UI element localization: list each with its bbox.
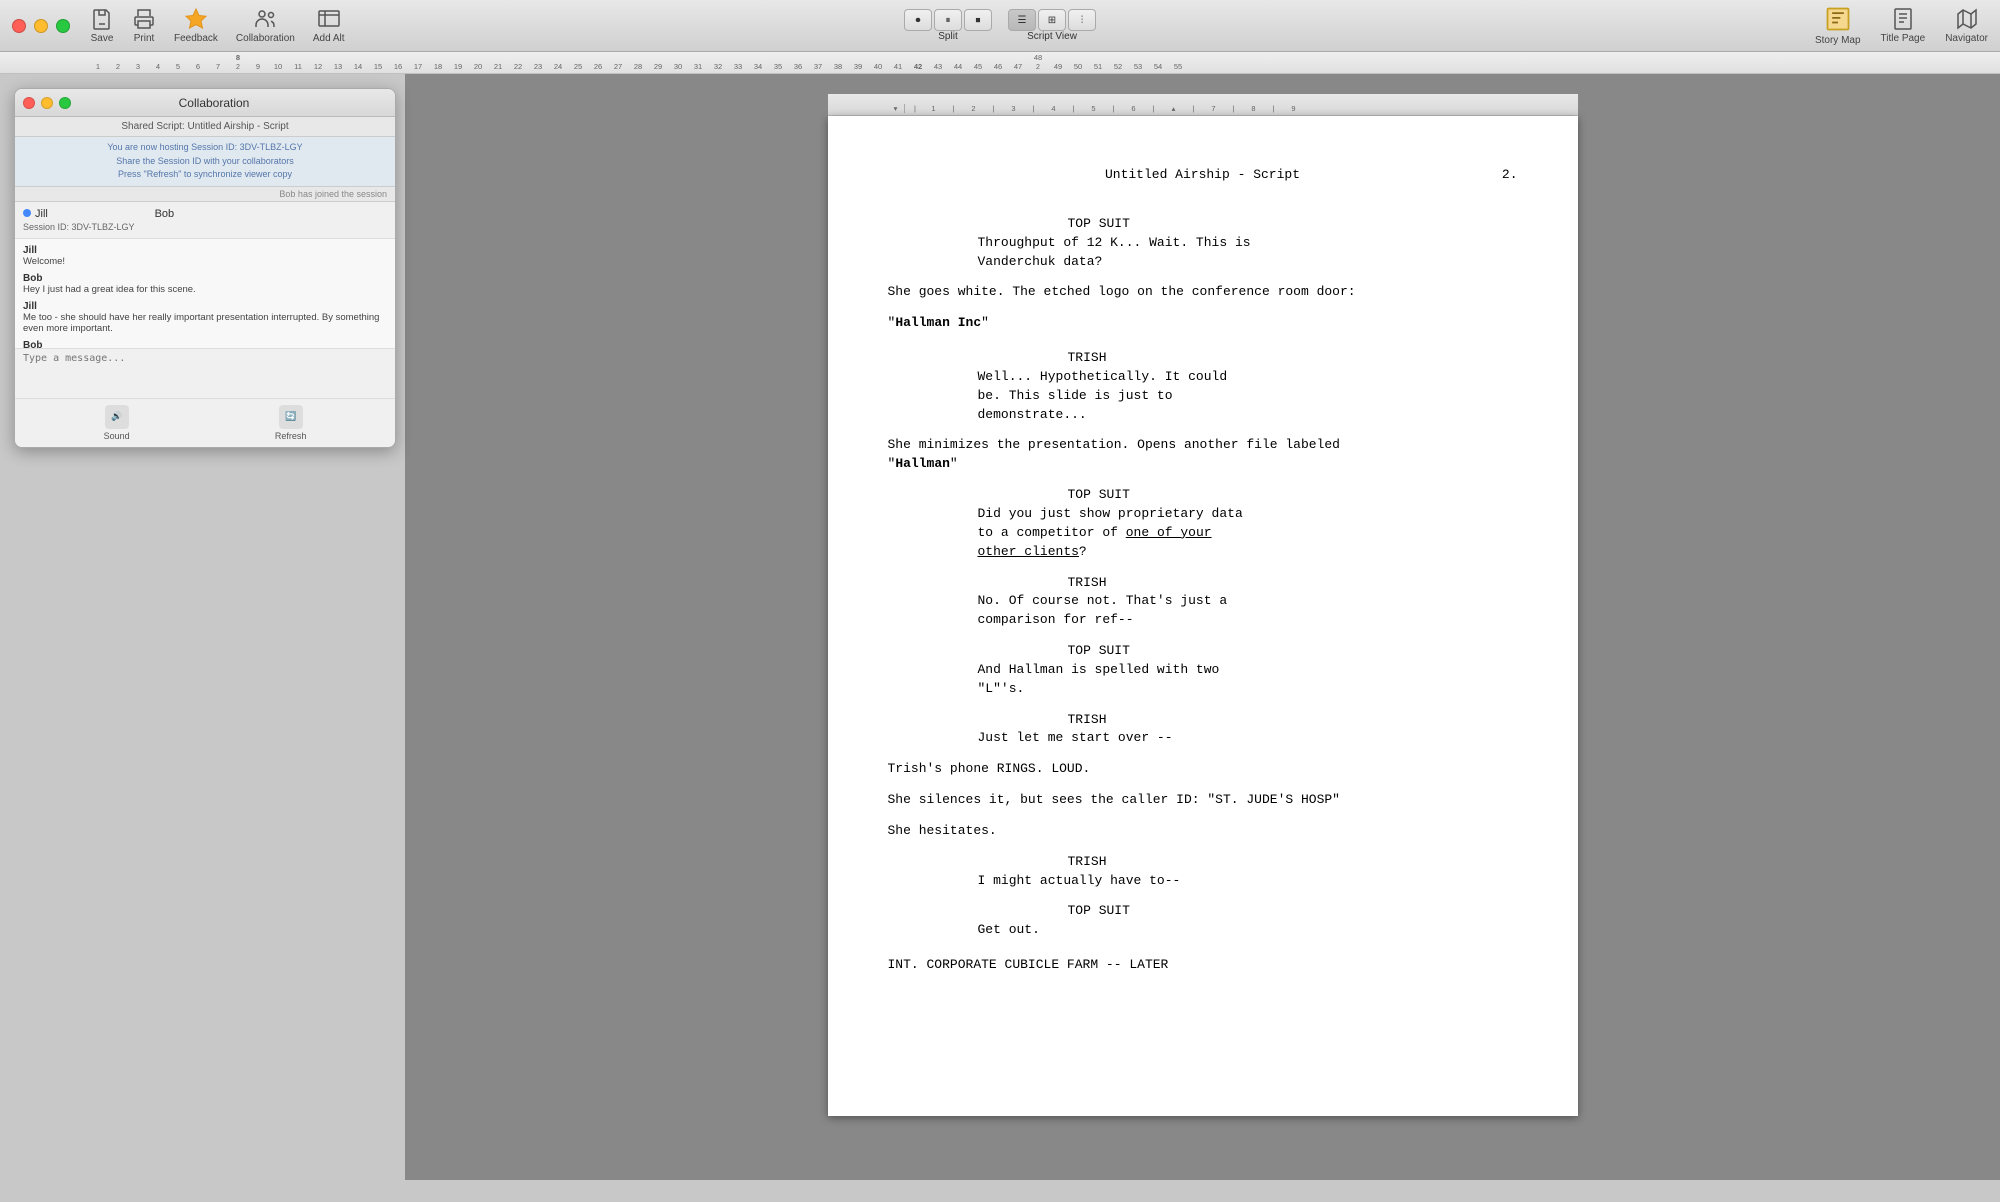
action-rings: Trish's phone RINGS. LOUD. bbox=[888, 760, 1518, 779]
navigator-label: Navigator bbox=[1945, 33, 1988, 44]
collaboration-button[interactable]: Collaboration bbox=[236, 7, 295, 44]
session-id: 3DV-TLBZ-LGY bbox=[240, 142, 303, 152]
dialogue-trish-3: Just let me start over -- bbox=[978, 729, 1428, 748]
script-view-control: ☰ ⊞ ⫶ Script View bbox=[1008, 9, 1096, 42]
sound-icon: 🔊 bbox=[105, 405, 129, 429]
ruler: 1 2 3 4 5 6 7 82 9 10 11 12 13 14 15 16 … bbox=[0, 52, 2000, 74]
collaboration-panel: Collaboration Shared Script: Untitled Ai… bbox=[14, 88, 396, 448]
sound-button[interactable]: 🔊 Sound bbox=[104, 405, 130, 441]
left-panel: Collaboration Shared Script: Untitled Ai… bbox=[0, 74, 405, 1180]
refresh-icon: 🔄 bbox=[279, 405, 303, 429]
print-label: Print bbox=[134, 33, 155, 44]
feedback-label: Feedback bbox=[174, 33, 218, 44]
action-hallman-inc: "Hallman Inc" bbox=[888, 314, 1518, 333]
script-area[interactable]: ▾ | 1 | 2 | 3 | 4 | 5 | 6 | ▴ | 7 | 8 | bbox=[405, 74, 2000, 1180]
column-view-btn[interactable]: ⫶ bbox=[1068, 9, 1096, 31]
stop-btn[interactable]: ⏹ bbox=[964, 9, 992, 31]
dialogue-trish-1: Well... Hypothetically. It couldbe. This… bbox=[978, 368, 1428, 425]
split-control: ⏺ ⏸ ⏹ Split bbox=[904, 9, 992, 42]
char-top-suit-4: TOP SUIT bbox=[1068, 902, 1518, 921]
char-top-suit-3: TOP SUIT bbox=[1068, 642, 1518, 661]
action-minimizes: She minimizes the presentation. Opens an… bbox=[888, 436, 1518, 474]
dialogue-trish-2: No. Of course not. That's just acomparis… bbox=[978, 592, 1428, 630]
char-trish-1: TRISH bbox=[1068, 349, 1518, 368]
chat-msg-1: Bob Hey I just had a great idea for this… bbox=[23, 273, 387, 295]
collab-title-bar: Collaboration bbox=[15, 89, 395, 117]
collab-close-btn[interactable] bbox=[23, 97, 35, 109]
pause-btn[interactable]: ⏸ bbox=[934, 9, 962, 31]
save-label: Save bbox=[91, 33, 114, 44]
action-hesitates: She hesitates. bbox=[888, 822, 1518, 841]
title-bar: Save Print Feedback Collaboration Add Al… bbox=[0, 0, 2000, 52]
split-label: Split bbox=[938, 31, 957, 42]
story-map-label: Story Map bbox=[1815, 35, 1861, 46]
view-controls: ⏺ ⏸ ⏹ Split ☰ ⊞ ⫶ Script View bbox=[904, 9, 1096, 42]
title-page-label: Title Page bbox=[1881, 33, 1926, 44]
collab-user-jill: Jill Session ID: 3DV-TLBZ-LGY bbox=[23, 208, 135, 232]
collab-max-btn[interactable] bbox=[59, 97, 71, 109]
collab-chat: Jill Welcome! Bob Hey I just had a great… bbox=[15, 239, 395, 349]
page-number: 2. bbox=[1502, 166, 1518, 185]
close-button[interactable] bbox=[12, 19, 26, 33]
script-title: Untitled Airship - Script bbox=[888, 166, 1518, 185]
navigator-button[interactable]: Navigator bbox=[1945, 7, 1988, 44]
scene-heading-1: INT. CORPORATE CUBICLE FARM -- LATER bbox=[888, 956, 1518, 975]
collab-user-bob: Bob bbox=[155, 208, 175, 232]
script-page: 2. Untitled Airship - Script TOP SUIT Th… bbox=[828, 116, 1578, 1116]
collaboration-label: Collaboration bbox=[236, 33, 295, 44]
action-1: She goes white. The etched logo on the c… bbox=[888, 283, 1518, 302]
chat-msg-3: Bob Yes! And I know just the thing. bbox=[23, 340, 387, 349]
char-trish-3: TRISH bbox=[1068, 711, 1518, 730]
collab-title: Collaboration bbox=[77, 96, 351, 110]
script-view-label: Script View bbox=[1027, 31, 1077, 42]
add-alt-label: Add Alt bbox=[313, 33, 345, 44]
collab-session-info: You are now hosting Session ID: 3DV-TLBZ… bbox=[15, 137, 395, 187]
dialogue-1: Throughput of 12 K... Wait. This isVande… bbox=[978, 234, 1428, 272]
card-view-btn[interactable]: ⊞ bbox=[1038, 9, 1066, 31]
record-btn[interactable]: ⏺ bbox=[904, 9, 932, 31]
collab-input-area[interactable] bbox=[15, 349, 395, 399]
dialogue-top-suit-3: And Hallman is spelled with two"L"'s. bbox=[978, 661, 1428, 699]
collab-bob-joined: Bob has joined the session bbox=[15, 187, 395, 202]
dialogue-top-suit-4: Get out. bbox=[978, 921, 1428, 940]
char-top-suit-1: TOP SUIT bbox=[1068, 215, 1518, 234]
session-id-display: Session ID: 3DV-TLBZ-LGY bbox=[23, 222, 135, 232]
underline-text: one of yourother clients bbox=[978, 525, 1212, 559]
maximize-button[interactable] bbox=[56, 19, 70, 33]
action-silences: She silences it, but sees the caller ID:… bbox=[888, 791, 1518, 810]
collab-footer: 🔊 Sound 🔄 Refresh bbox=[15, 399, 395, 447]
list-view-btn[interactable]: ☰ bbox=[1008, 9, 1036, 31]
minimize-button[interactable] bbox=[34, 19, 48, 33]
title-page-button[interactable]: Title Page bbox=[1881, 7, 1926, 44]
char-trish-2: TRISH bbox=[1068, 574, 1518, 593]
main-layout: Collaboration Shared Script: Untitled Ai… bbox=[0, 74, 2000, 1180]
collab-chat-input[interactable] bbox=[15, 349, 395, 398]
print-button[interactable]: Print bbox=[132, 7, 156, 44]
chat-msg-2: Jill Me too - she should have her really… bbox=[23, 301, 387, 334]
window-controls bbox=[12, 19, 70, 33]
collab-min-btn[interactable] bbox=[41, 97, 53, 109]
collab-users: Jill Session ID: 3DV-TLBZ-LGY Bob bbox=[15, 202, 395, 239]
jill-indicator bbox=[23, 209, 31, 217]
add-alt-button[interactable]: Add Alt bbox=[313, 7, 345, 44]
dialogue-top-suit-2: Did you just show proprietary datato a c… bbox=[978, 505, 1428, 562]
collab-shared-script: Shared Script: Untitled Airship - Script bbox=[15, 117, 395, 137]
feedback-button[interactable]: Feedback bbox=[174, 7, 218, 44]
save-button[interactable]: Save bbox=[90, 7, 114, 44]
char-top-suit-2: TOP SUIT bbox=[1068, 486, 1518, 505]
dialogue-trish-4: I might actually have to-- bbox=[978, 872, 1428, 891]
toolbar-right: Story Map Title Page Navigator bbox=[1815, 5, 1988, 46]
refresh-button[interactable]: 🔄 Refresh bbox=[275, 405, 307, 441]
chat-msg-0: Jill Welcome! bbox=[23, 245, 387, 267]
story-map-button[interactable]: Story Map bbox=[1815, 5, 1861, 46]
char-trish-4: TRISH bbox=[1068, 853, 1518, 872]
